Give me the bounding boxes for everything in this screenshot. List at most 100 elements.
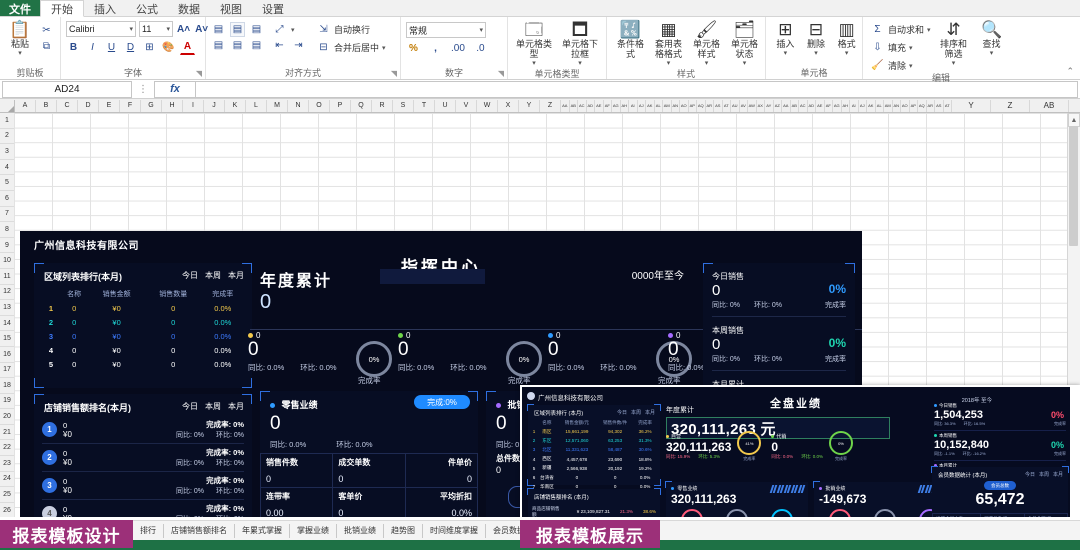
bold-button[interactable]: B xyxy=(66,40,81,55)
column-header-U[interactable]: U xyxy=(435,100,456,112)
column-header-L[interactable]: L xyxy=(246,100,267,112)
column-header-O[interactable]: O xyxy=(309,100,330,112)
row-header-8[interactable]: 8 xyxy=(0,222,14,238)
column-header-D[interactable]: D xyxy=(78,100,99,112)
row-header-18[interactable]: 18 xyxy=(0,378,14,394)
row-header-15[interactable]: 15 xyxy=(0,331,14,347)
insert-function-icon[interactable]: fx xyxy=(154,81,196,98)
decrease-decimal-icon[interactable]: .0 xyxy=(473,41,488,56)
column-header-compressed[interactable]: AK xyxy=(646,100,655,112)
row-header-4[interactable]: 4 xyxy=(0,160,14,176)
conditional-format-button[interactable]: 🔣 条件格式 xyxy=(613,20,648,59)
row-header-16[interactable]: 16 xyxy=(0,347,14,363)
format-cells-button[interactable]: ▥ 格式 ▾ xyxy=(834,20,859,59)
mode-week[interactable]: 本周 xyxy=(631,409,641,416)
wrap-text-icon[interactable]: ⇲ xyxy=(316,22,331,37)
cell-style-button[interactable]: 🖌 单元格样式 ▾ xyxy=(689,20,724,69)
cut-icon[interactable]: ✂ xyxy=(39,23,54,38)
store-rank-item[interactable]: 20¥0完成率: 0%同比: 0%环比: 0% xyxy=(42,444,244,472)
row-header-10[interactable]: 10 xyxy=(0,253,14,269)
column-header-compressed[interactable]: AY xyxy=(765,100,774,112)
grow-font-button[interactable]: A˄ xyxy=(176,22,191,37)
clear-label[interactable]: 清除 xyxy=(888,59,906,72)
column-header-compressed[interactable]: AH xyxy=(842,100,851,112)
column-header-G[interactable]: G xyxy=(141,100,162,112)
column-header-compressed[interactable]: AL xyxy=(655,100,664,112)
column-header-J[interactable]: J xyxy=(204,100,225,112)
collapse-ribbon-icon[interactable]: ⌃ xyxy=(1066,66,1074,77)
column-header-compressed[interactable]: AR xyxy=(706,100,715,112)
column-header-E[interactable]: E xyxy=(99,100,120,112)
dashboard1-search-box[interactable] xyxy=(380,269,485,284)
column-header-compressed[interactable]: AT xyxy=(723,100,732,112)
column-header-V[interactable]: V xyxy=(456,100,477,112)
tab-view[interactable]: 视图 xyxy=(210,0,252,16)
table-style-button[interactable]: ▦ 套用表格格式 ▾ xyxy=(651,20,686,69)
column-header-compressed[interactable]: AG xyxy=(612,100,621,112)
sheet-tab-时间维度掌握[interactable]: 时间维度掌握 xyxy=(423,524,486,538)
column-header-compressed[interactable]: AV xyxy=(740,100,749,112)
row-header-2[interactable]: 2 xyxy=(0,129,14,145)
column-header-compressed[interactable]: AD xyxy=(808,100,817,112)
scroll-up-icon[interactable]: ▲ xyxy=(1068,113,1080,127)
merge-cells-icon[interactable]: ⊟ xyxy=(316,40,331,55)
column-header-C[interactable]: C xyxy=(57,100,78,112)
d2-store-item[interactable]: 商品店铺销售额¥ 23,109,827.3121.3%38.6% xyxy=(532,503,656,517)
row-header-20[interactable]: 20 xyxy=(0,409,14,425)
column-header-Y[interactable]: Y xyxy=(519,100,540,112)
column-header-compressed[interactable]: AI xyxy=(629,100,638,112)
font-color-icon[interactable]: A xyxy=(180,39,195,55)
percent-style-icon[interactable]: % xyxy=(406,41,421,56)
mode-week[interactable]: 本周 xyxy=(1039,471,1049,478)
column-header-compressed[interactable]: AC xyxy=(578,100,587,112)
fill-icon[interactable]: ⇩ xyxy=(870,40,885,55)
column-header-W[interactable]: W xyxy=(477,100,498,112)
column-header-compressed[interactable]: AJ xyxy=(638,100,647,112)
wrap-text-label[interactable]: 自动换行 xyxy=(334,23,370,36)
column-header-compressed[interactable]: AC xyxy=(799,100,808,112)
mode-month[interactable]: 本月 xyxy=(645,409,655,416)
column-header-Y[interactable]: Y xyxy=(952,100,991,112)
column-header-M[interactable]: M xyxy=(267,100,288,112)
mode-today[interactable]: 今日 xyxy=(1025,471,1035,478)
column-header-S[interactable]: S xyxy=(393,100,414,112)
row-header-5[interactable]: 5 xyxy=(0,175,14,191)
delete-cells-button[interactable]: ⊟ 删除 ▾ xyxy=(804,20,829,59)
column-header-compressed[interactable]: AA xyxy=(782,100,791,112)
column-header-compressed[interactable]: AH xyxy=(621,100,630,112)
select-all-corner[interactable] xyxy=(0,100,15,112)
column-header-AC[interactable]: AC xyxy=(1069,100,1080,112)
store-rank-item[interactable]: 40¥0完成率: 0%同比: 0%环比: 0% xyxy=(42,500,244,517)
column-header-compressed[interactable]: AR xyxy=(927,100,936,112)
row-header-26[interactable]: 26 xyxy=(0,503,14,517)
row-header-17[interactable]: 17 xyxy=(0,363,14,379)
row-header-1[interactable]: 1 xyxy=(0,113,14,129)
row-header-24[interactable]: 24 xyxy=(0,472,14,488)
sheet-tab-趋势图[interactable]: 趋势图 xyxy=(384,524,423,538)
column-header-compressed[interactable]: AK xyxy=(867,100,876,112)
table-row[interactable]: 5新疆2,566,93820,19219.2% xyxy=(532,464,656,473)
column-header-A[interactable]: A xyxy=(15,100,36,112)
row-header-25[interactable]: 25 xyxy=(0,487,14,503)
table-row[interactable]: 30¥000.0% xyxy=(42,329,244,343)
table-row[interactable]: 10¥000.0% xyxy=(42,301,244,315)
mode-today[interactable]: 今日 xyxy=(182,401,198,412)
column-header-Q[interactable]: Q xyxy=(351,100,372,112)
sheet-tab-批销业绩[interactable]: 批销业绩 xyxy=(337,524,384,538)
column-header-compressed[interactable]: AG xyxy=(833,100,842,112)
column-header-compressed[interactable]: AE xyxy=(595,100,604,112)
column-header-compressed[interactable]: AD xyxy=(587,100,596,112)
column-header-P[interactable]: P xyxy=(330,100,351,112)
tab-formula[interactable]: 公式 xyxy=(126,0,168,16)
column-header-AB[interactable]: AB xyxy=(1030,100,1069,112)
copy-icon[interactable]: ⧉ xyxy=(39,39,54,54)
cell-dropdown-button[interactable]: 🗖 单元格下拉框 ▾ xyxy=(561,20,599,69)
orientation-icon[interactable]: ⤢ xyxy=(272,22,287,37)
comma-style-icon[interactable]: , xyxy=(428,41,443,56)
mode-today[interactable]: 今日 xyxy=(182,270,198,281)
column-header-compressed[interactable]: AS xyxy=(935,100,944,112)
sheet-tab-排行[interactable]: 排行 xyxy=(133,524,164,538)
table-row[interactable]: 20¥000.0% xyxy=(42,315,244,329)
column-header-compressed[interactable]: AU xyxy=(731,100,740,112)
increase-indent-icon[interactable]: ⇥ xyxy=(291,38,306,53)
